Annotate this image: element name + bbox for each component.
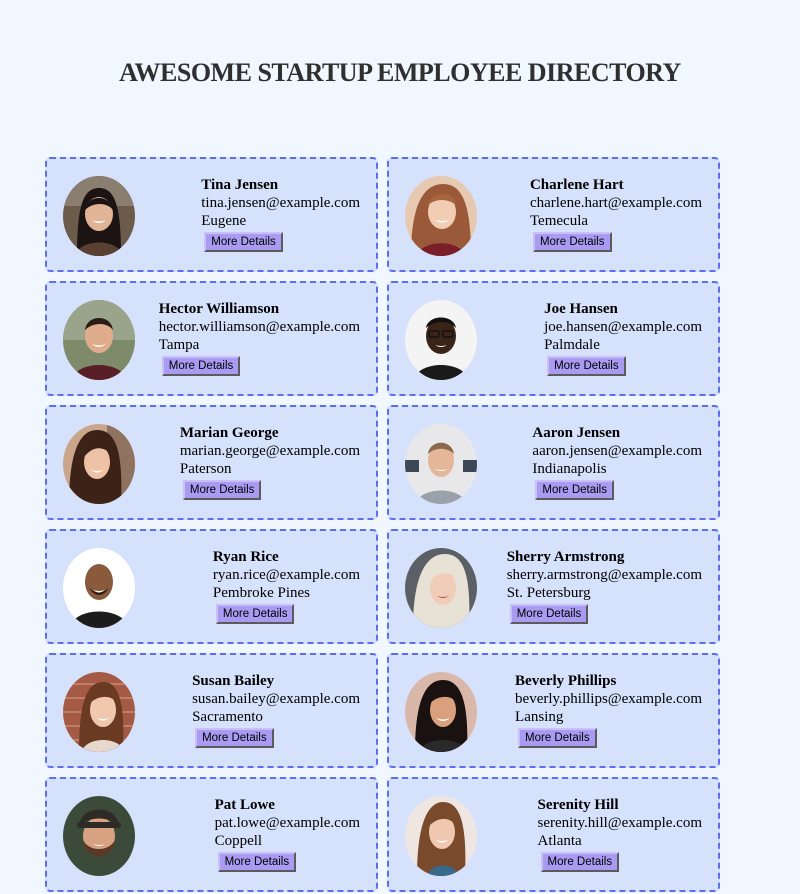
employee-avatar [405, 424, 477, 504]
more-details-button[interactable]: More Details [215, 604, 295, 624]
employee-city: Atlanta [537, 833, 582, 849]
employee-city: St. Petersburg [506, 585, 591, 601]
portrait-photo-icon [405, 176, 477, 256]
employee-email: sherry.armstrong@example.com [506, 567, 702, 583]
more-details-button[interactable]: More Details [195, 728, 274, 748]
employee-name: Aaron Jensen [532, 425, 621, 441]
employee-name: Susan Bailey [192, 673, 275, 689]
employee-info: Serenity Hill serenity.hill@example.com … [538, 796, 702, 872]
employee-info: Hector Williamson hector.williamson@exam… [159, 300, 360, 376]
employee-city: Lansing [515, 709, 564, 725]
employee-city: Temecula [529, 213, 589, 229]
employee-city: Indianapolis [532, 461, 607, 477]
more-details-button[interactable]: More Details [217, 852, 297, 872]
more-details-button[interactable]: More Details [532, 232, 612, 252]
employee-card[interactable]: Pat Lowe pat.lowe@example.com Coppell Mo… [45, 777, 378, 892]
portrait-photo-icon [63, 548, 135, 628]
employee-grid: Tina Jensen tina.jensen@example.com Euge… [45, 157, 721, 892]
employee-card[interactable]: Joe Hansen joe.hansen@example.com Palmda… [387, 281, 720, 396]
employee-card[interactable]: Hector Williamson hector.williamson@exam… [45, 281, 378, 396]
employee-email: aaron.jensen@example.com [532, 443, 702, 459]
employee-card[interactable]: Tina Jensen tina.jensen@example.com Euge… [45, 157, 378, 272]
employee-name: Marian George [179, 425, 279, 441]
employee-name: Joe Hansen [544, 301, 618, 317]
employee-name: Ryan Rice [212, 549, 279, 565]
employee-city: Pembroke Pines [212, 585, 310, 601]
employee-city: Tampa [158, 337, 200, 353]
employee-email: pat.lowe@example.com [214, 815, 360, 831]
employee-card[interactable]: Serenity Hill serenity.hill@example.com … [387, 777, 720, 892]
portrait-photo-icon [63, 176, 135, 256]
employee-avatar [405, 548, 477, 628]
portrait-photo-icon [405, 548, 477, 628]
employee-name: Charlene Hart [529, 177, 624, 193]
more-details-button[interactable]: More Details [204, 232, 283, 252]
employee-name: Sherry Armstrong [506, 549, 625, 565]
employee-info: Charlene Hart charlene.hart@example.com … [530, 176, 702, 252]
employee-email: serenity.hill@example.com [537, 815, 702, 831]
employee-card[interactable]: Aaron Jensen aaron.jensen@example.com In… [387, 405, 720, 520]
portrait-photo-icon [63, 424, 135, 504]
employee-email: susan.bailey@example.com [192, 691, 360, 707]
employee-name: Pat Lowe [214, 797, 275, 813]
employee-avatar [63, 548, 135, 628]
more-details-button[interactable]: More Details [518, 728, 597, 748]
employee-city: Coppell [214, 833, 263, 849]
more-details-button[interactable]: More Details [547, 356, 626, 376]
employee-avatar [63, 672, 135, 752]
employee-info: Marian George marian.george@example.com … [180, 424, 360, 500]
more-details-button[interactable]: More Details [182, 480, 262, 500]
employee-email: hector.williamson@example.com [158, 319, 360, 335]
employee-avatar [405, 176, 477, 256]
employee-city: Sacramento [192, 709, 263, 725]
portrait-photo-icon [405, 796, 477, 876]
employee-card[interactable]: Sherry Armstrong sherry.armstrong@exampl… [387, 529, 720, 644]
portrait-photo-icon [405, 300, 477, 380]
more-details-button[interactable]: More Details [540, 852, 620, 872]
portrait-photo-icon [63, 672, 135, 752]
more-details-button[interactable]: More Details [535, 480, 614, 500]
employee-info: Joe Hansen joe.hansen@example.com Palmda… [544, 300, 702, 376]
employee-email: marian.george@example.com [179, 443, 360, 459]
portrait-photo-icon [63, 796, 135, 876]
employee-name: Serenity Hill [537, 797, 619, 813]
employee-email: beverly.phillips@example.com [515, 691, 702, 707]
employee-name: Hector Williamson [158, 301, 280, 317]
employee-card[interactable]: Marian George marian.george@example.com … [45, 405, 378, 520]
employee-email: ryan.rice@example.com [212, 567, 360, 583]
more-details-button[interactable]: More Details [509, 604, 589, 624]
employee-card[interactable]: Susan Bailey susan.bailey@example.com Sa… [45, 653, 378, 768]
employee-city: Eugene [201, 213, 247, 229]
employee-info: Aaron Jensen aaron.jensen@example.com In… [532, 424, 702, 500]
page-title: AWESOME STARTUP EMPLOYEE DIRECTORY [119, 58, 681, 87]
employee-avatar [405, 300, 477, 380]
employee-info: Beverly Phillips beverly.phillips@exampl… [515, 672, 702, 748]
employee-name: Tina Jensen [201, 177, 279, 193]
employee-info: Ryan Rice ryan.rice@example.com Pembroke… [213, 548, 360, 624]
employee-card[interactable]: Beverly Phillips beverly.phillips@exampl… [387, 653, 720, 768]
more-details-button[interactable]: More Details [161, 356, 241, 376]
employee-info: Pat Lowe pat.lowe@example.com Coppell Mo… [215, 796, 360, 872]
employee-avatar [63, 424, 135, 504]
employee-card[interactable]: Charlene Hart charlene.hart@example.com … [387, 157, 720, 272]
employee-city: Paterson [179, 461, 232, 477]
employee-info: Sherry Armstrong sherry.armstrong@exampl… [507, 548, 702, 624]
employee-avatar [63, 176, 135, 256]
employee-info: Susan Bailey susan.bailey@example.com Sa… [192, 672, 360, 748]
employee-avatar [405, 796, 477, 876]
employee-avatar [63, 796, 135, 876]
employee-email: joe.hansen@example.com [544, 319, 702, 335]
employee-card[interactable]: Ryan Rice ryan.rice@example.com Pembroke… [45, 529, 378, 644]
employee-email: tina.jensen@example.com [201, 195, 360, 211]
employee-email: charlene.hart@example.com [529, 195, 702, 211]
employee-avatar [405, 672, 477, 752]
portrait-photo-icon [63, 300, 135, 380]
portrait-photo-icon [405, 672, 477, 752]
employee-avatar [63, 300, 135, 380]
employee-name: Beverly Phillips [515, 673, 617, 689]
employee-info: Tina Jensen tina.jensen@example.com Euge… [201, 176, 360, 252]
employee-city: Palmdale [544, 337, 600, 353]
portrait-photo-icon [405, 424, 477, 504]
